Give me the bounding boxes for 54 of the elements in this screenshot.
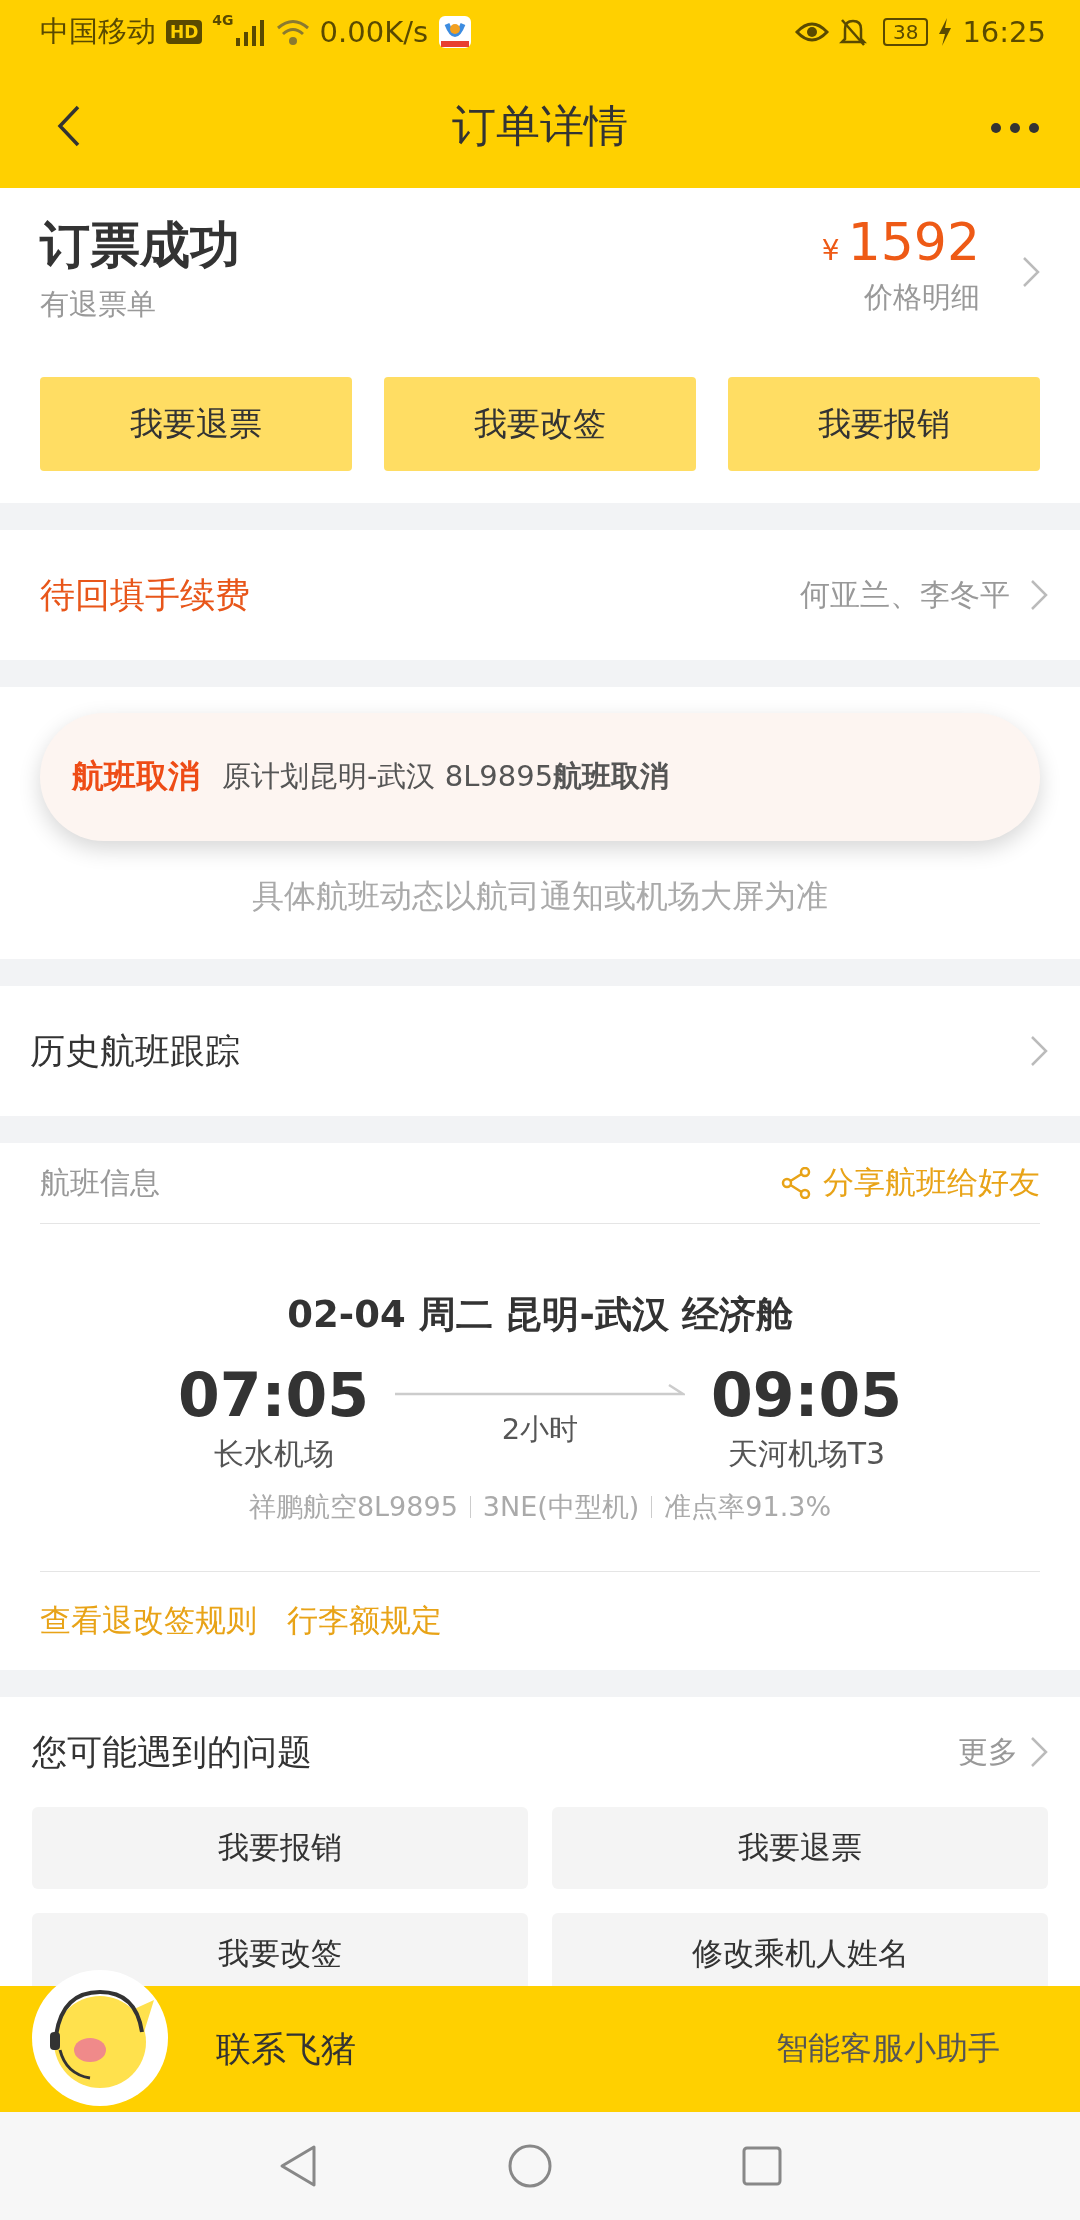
flight-summary: 02-04 周二 昆明-武汉 经济舱 xyxy=(287,1292,793,1338)
back-nav-icon[interactable] xyxy=(278,2144,318,2188)
page-title: 订单详情 xyxy=(452,98,628,153)
action-button[interactable]: 我要改签 xyxy=(384,377,696,471)
recents-nav-icon[interactable] xyxy=(742,2146,782,2186)
flight-detail: 3NE(中型机) xyxy=(482,1490,640,1524)
flight-duration: 2小时 xyxy=(501,1411,579,1448)
flight-detail: 祥鹏航空8L9895 xyxy=(248,1490,458,1524)
question-button[interactable]: 我要退票 xyxy=(552,1807,1048,1889)
home-nav-icon[interactable] xyxy=(508,2144,552,2188)
chevron-right-icon[interactable] xyxy=(1030,579,1048,611)
order-status: 订票成功 xyxy=(40,215,241,276)
currency-symbol: ¥ xyxy=(821,234,840,267)
charging-icon xyxy=(938,18,953,46)
questions-title: 您可能遇到的问题 xyxy=(32,1730,312,1774)
assistant-label: 智能客服小助手 xyxy=(776,2028,1000,2069)
action-button[interactable]: 我要退票 xyxy=(40,377,352,471)
notice-hint: 具体航班动态以航司通知或机场大屏为准 xyxy=(252,876,828,917)
back-icon[interactable] xyxy=(56,104,82,148)
clock-time: 16:25 xyxy=(962,15,1046,49)
more-icon[interactable] xyxy=(990,122,1040,134)
arrival-airport: 天河机场T3 xyxy=(727,1435,886,1473)
departure-time: 07:05 xyxy=(178,1362,369,1428)
notice-message: 原计划昆明-武汉 8L9895航班取消 xyxy=(222,758,670,795)
flight-detail: 准点率91.3% xyxy=(664,1490,832,1524)
arrival-time: 09:05 xyxy=(711,1362,902,1428)
history-tracking-label[interactable]: 历史航班跟踪 xyxy=(30,1027,240,1075)
pending-fee-label[interactable]: 待回填手续费 xyxy=(40,571,250,619)
hd-badge: HD xyxy=(166,20,203,44)
price-amount: 1592 xyxy=(847,212,980,272)
question-button[interactable]: 我要改签 xyxy=(32,1913,528,1986)
question-button[interactable]: 修改乘机人姓名 xyxy=(552,1913,1048,1986)
app-icon xyxy=(438,15,473,49)
chevron-right-icon[interactable] xyxy=(1030,1035,1048,1067)
network-type: 4G xyxy=(212,12,234,28)
wifi-icon xyxy=(275,18,310,46)
share-icon[interactable] xyxy=(781,1167,811,1199)
question-button[interactable]: 我要报销 xyxy=(32,1807,528,1889)
battery-indicator: 38 xyxy=(882,18,929,46)
carrier-name: 中国移动 xyxy=(40,13,156,50)
passenger-names: 何亚兰、李冬平 xyxy=(800,575,1010,614)
departure-airport: 长水机场 xyxy=(213,1435,334,1473)
contact-bar[interactable]: 联系飞猪 智能客服小助手 xyxy=(0,1986,1080,2112)
order-note: 有退票单 xyxy=(40,286,157,323)
action-button[interactable]: 我要报销 xyxy=(728,377,1040,471)
notice-tag: 航班取消 xyxy=(72,755,200,799)
chevron-right-icon[interactable] xyxy=(1030,1736,1048,1768)
chevron-right-icon[interactable] xyxy=(1022,256,1040,288)
eye-icon xyxy=(794,20,829,44)
contact-label: 联系飞猪 xyxy=(216,2027,356,2071)
bell-off-icon xyxy=(838,17,867,47)
section-title: 航班信息 xyxy=(40,1163,160,1202)
signal-icon xyxy=(235,18,266,46)
network-speed: 0.00K/s xyxy=(319,15,429,49)
